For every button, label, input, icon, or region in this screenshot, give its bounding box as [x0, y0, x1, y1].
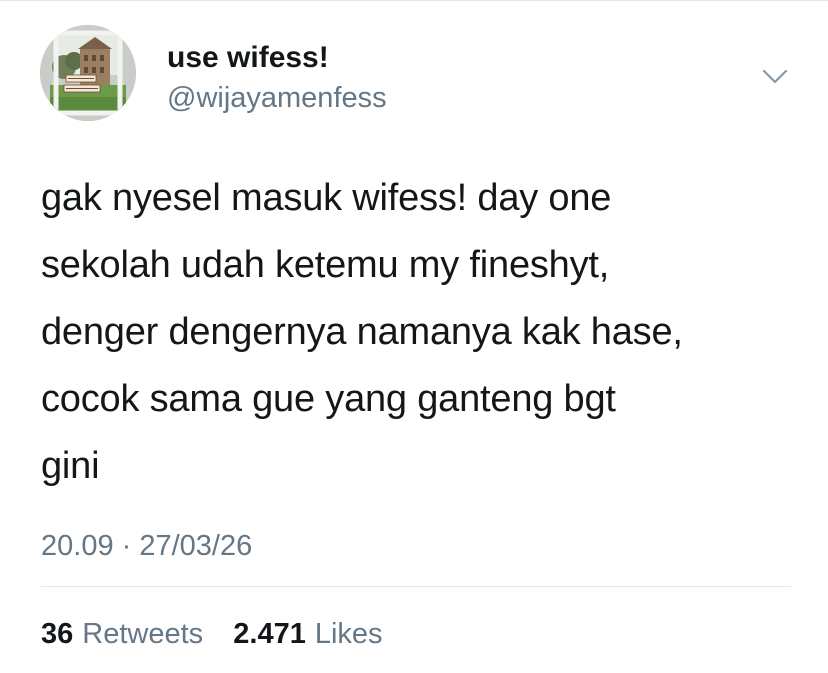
display-name[interactable]: use wifess!: [167, 40, 329, 76]
tweet-text: gak nyesel masuk wifess! day one sekolah…: [41, 177, 683, 487]
avatar[interactable]: [40, 25, 136, 121]
tweet-stats: 36 Retweets 2.471 Likes: [41, 616, 383, 652]
username[interactable]: @wijayamenfess: [167, 80, 387, 116]
retweets-count: 36: [41, 618, 74, 650]
tweet-card: use wifess! @wijayamenfess gak nyesel ma…: [0, 0, 828, 673]
avatar-image: [40, 25, 136, 121]
retweets-stat[interactable]: 36 Retweets: [41, 618, 211, 650]
stats-divider: [41, 586, 791, 587]
retweets-label: Retweets: [82, 618, 204, 650]
chevron-down-icon[interactable]: [760, 64, 790, 88]
likes-label: Likes: [314, 618, 383, 650]
likes-count: 2.471: [233, 618, 306, 650]
tweet-timestamp[interactable]: 20.09 · 27/03/26: [41, 528, 252, 564]
likes-stat[interactable]: 2.471 Likes: [225, 618, 382, 650]
